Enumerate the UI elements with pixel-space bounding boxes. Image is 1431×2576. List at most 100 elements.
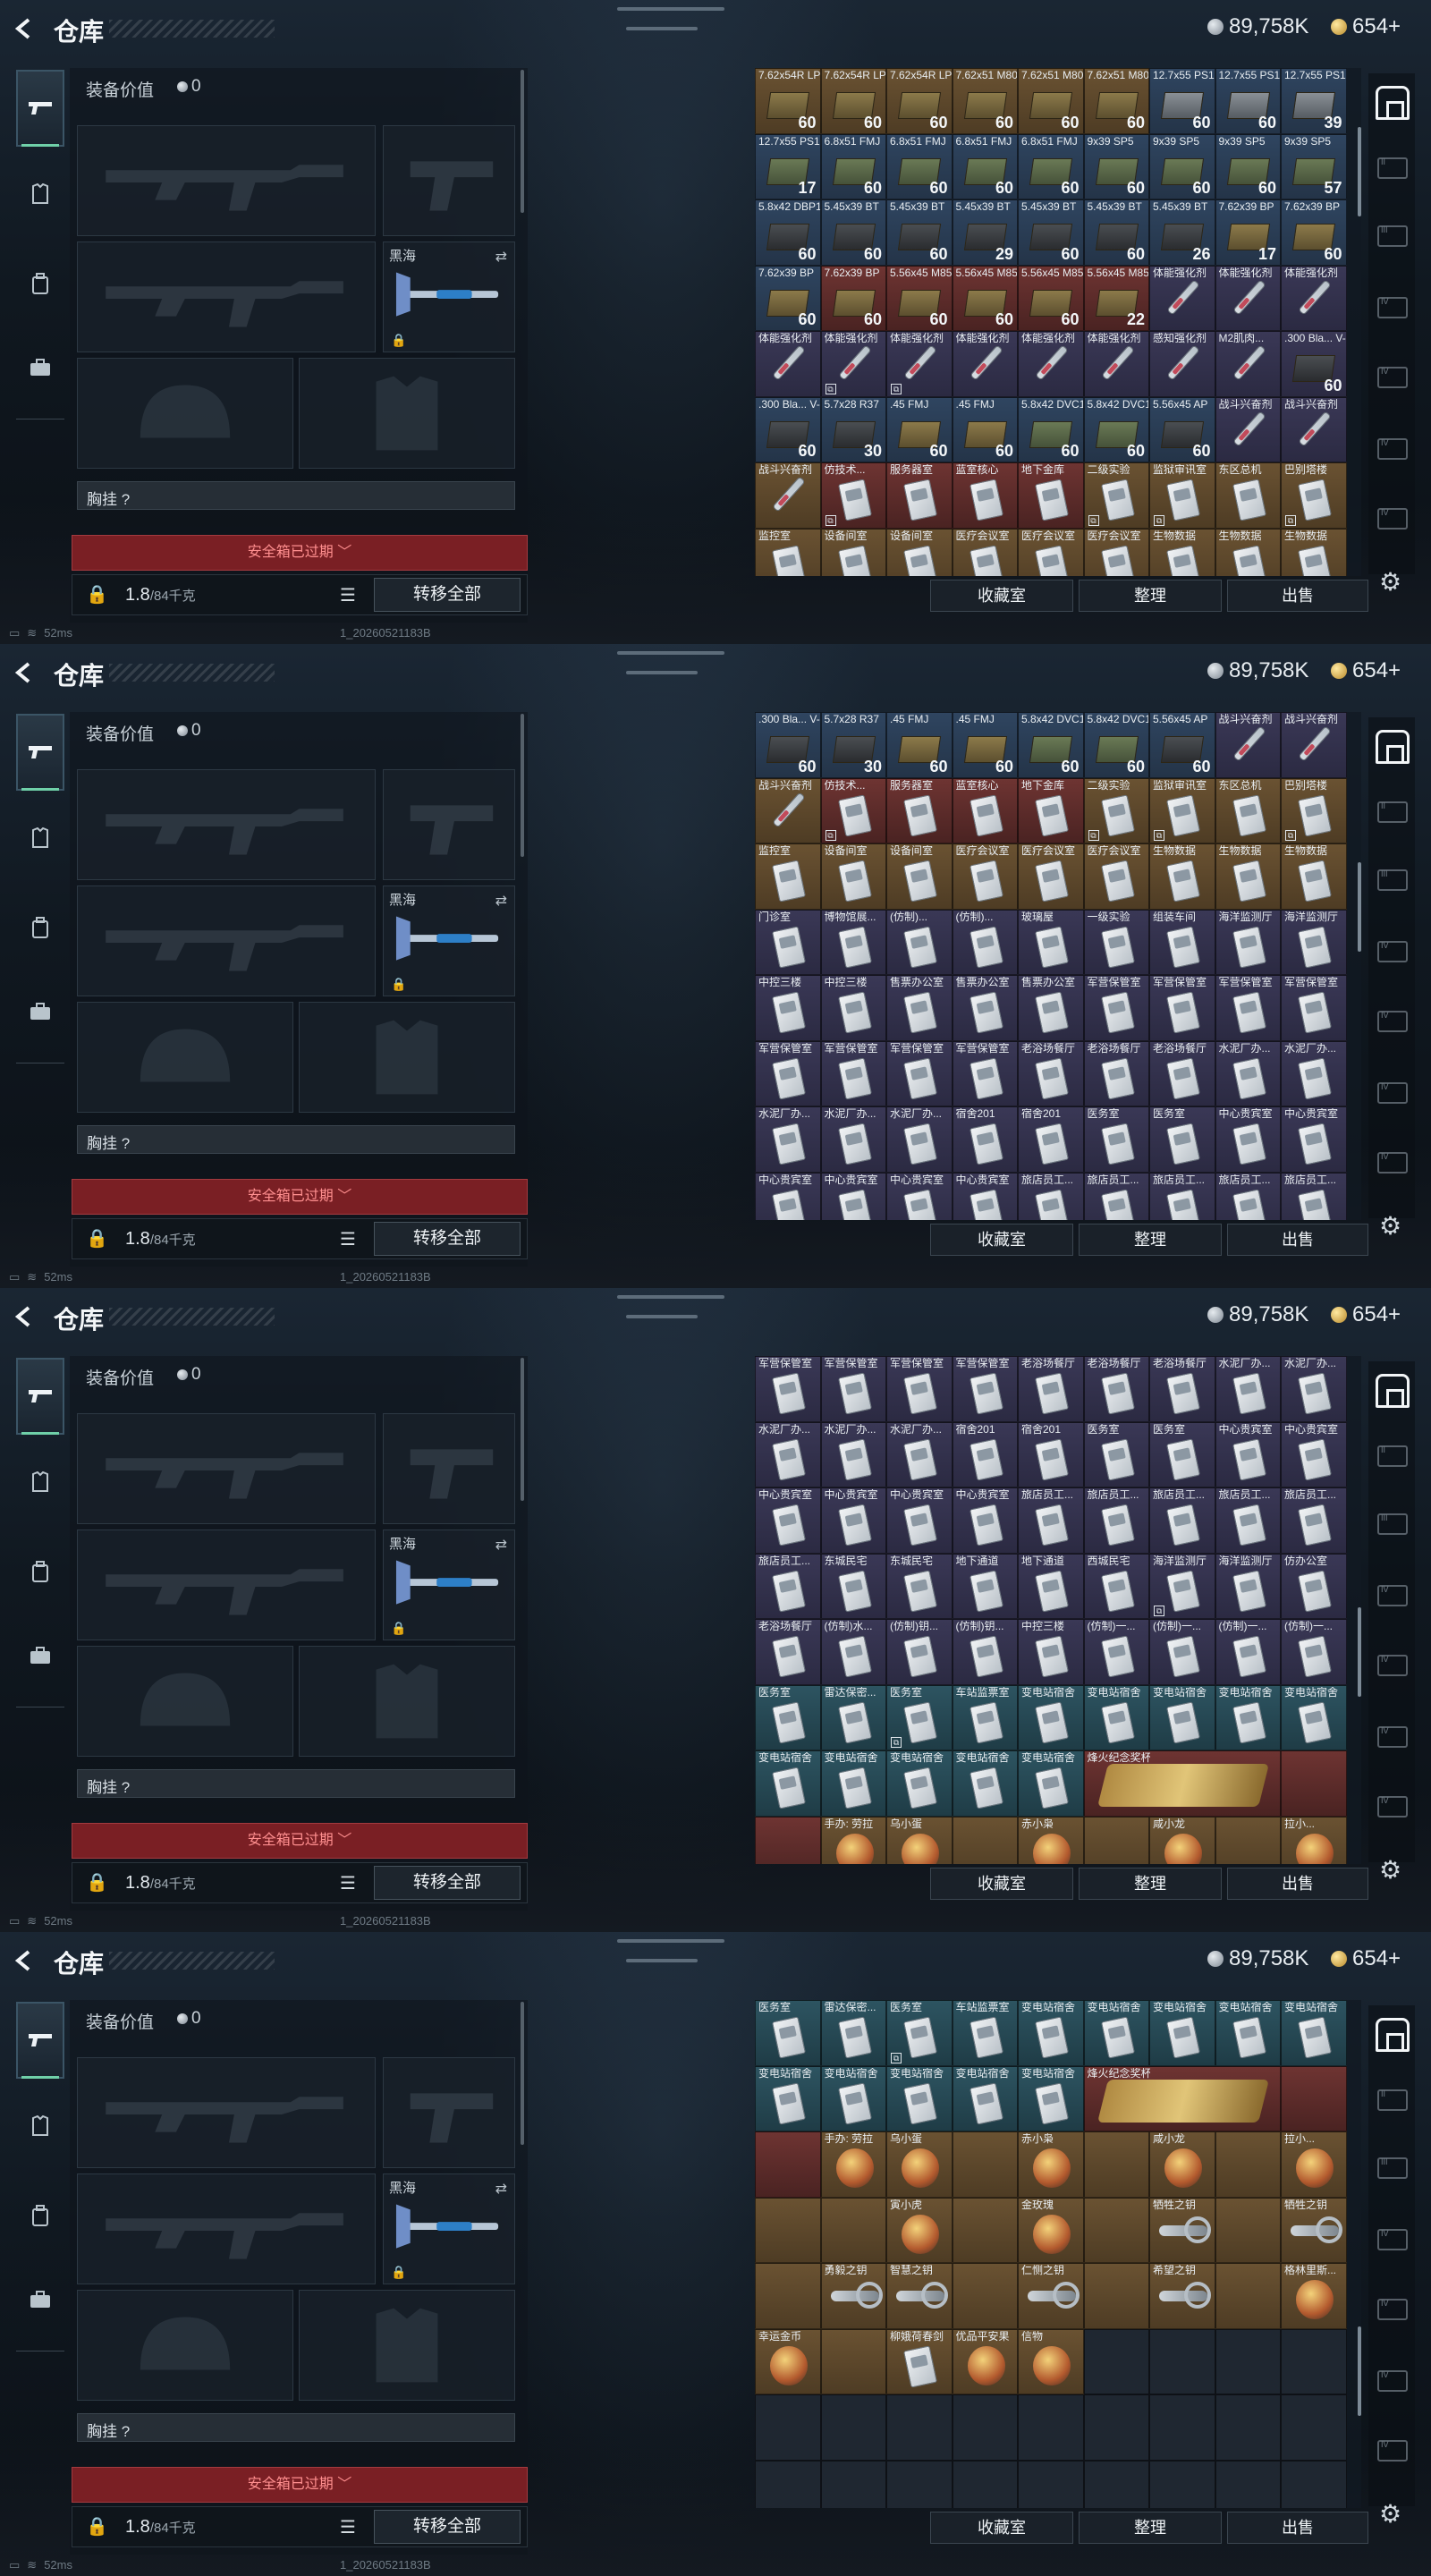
- item-cell[interactable]: 医务室 ⧉: [886, 1684, 953, 1750]
- warehouse-tab-7[interactable]: IV: [1377, 1796, 1408, 1818]
- melee-slot[interactable]: 黑海 ⇄ 🔒: [383, 2174, 515, 2284]
- warehouse-tab-2[interactable]: II: [1377, 2089, 1408, 2111]
- gear-icon[interactable]: ⚙: [1379, 1211, 1401, 1241]
- primary-weapon-slot[interactable]: [77, 1413, 376, 1524]
- item-cell[interactable]: 医务室: [1149, 1421, 1215, 1487]
- warehouse-tab-5[interactable]: IV: [1377, 1655, 1408, 1676]
- item-cell[interactable]: 5.8x42 DVC12 60: [1083, 396, 1149, 462]
- item-cell[interactable]: (仿制)...: [952, 909, 1018, 975]
- warehouse-icon[interactable]: [1376, 86, 1410, 120]
- item-cell[interactable]: 旅店员工...: [1149, 1172, 1215, 1220]
- warehouse-tab-5[interactable]: IV: [1377, 1011, 1408, 1032]
- transfer-all-button[interactable]: 转移全部: [374, 1866, 521, 1900]
- item-cell[interactable]: 乌小蛋: [886, 2131, 953, 2198]
- item-cell[interactable]: 5.56x45 M855A1 60: [886, 265, 953, 331]
- item-cell[interactable]: 咸小龙: [1149, 1816, 1215, 1864]
- item-cell[interactable]: 售票办公室: [1018, 975, 1084, 1041]
- item-cell[interactable]: 变电站宿舍: [1083, 2000, 1149, 2066]
- item-cell[interactable]: 7.62x51 M80 60: [952, 68, 1018, 134]
- item-cell[interactable]: 西城民宅: [1083, 1553, 1149, 1619]
- item-cell[interactable]: 军营保管室: [1281, 975, 1347, 1041]
- item-cell[interactable]: 旅店员工...: [1018, 1487, 1084, 1554]
- item-cell[interactable]: 5.45x39 BT 60: [1083, 199, 1149, 266]
- item-cell[interactable]: 格林里斯...: [1281, 2263, 1347, 2329]
- item-cell[interactable]: 5.45x39 BT 60: [886, 199, 953, 266]
- item-cell[interactable]: 旅店员工...: [1083, 1172, 1149, 1220]
- item-cell[interactable]: 5.56x45 M855A1 60: [1018, 265, 1084, 331]
- item-cell[interactable]: 体能强化剂: [1215, 265, 1281, 331]
- item-cell[interactable]: 博物馆展...: [820, 909, 886, 975]
- item-cell[interactable]: 旅店员工...: [755, 1553, 821, 1619]
- nav-tab-armor[interactable]: [16, 800, 64, 877]
- item-cell[interactable]: 手办: 劳拉: [820, 1816, 886, 1864]
- item-cell[interactable]: 组装车间: [1149, 909, 1215, 975]
- item-cell[interactable]: 7.62x39 BP 60: [820, 265, 886, 331]
- item-cell[interactable]: 感知强化剂: [1149, 331, 1215, 397]
- safebox-expired-banner[interactable]: 安全箱已过期 ﹀: [72, 1823, 528, 1859]
- item-cell[interactable]: 变电站宿舍: [1215, 2000, 1281, 2066]
- warehouse-icon[interactable]: [1376, 1374, 1410, 1408]
- item-cell[interactable]: 6.8x51 FMJ 60: [886, 133, 953, 199]
- item-cell[interactable]: 变电站宿舍: [820, 2065, 886, 2131]
- pistol-slot[interactable]: [383, 125, 515, 236]
- item-cell[interactable]: 老浴场餐厅: [1083, 1356, 1149, 1422]
- item-cell[interactable]: 水泥厂办...: [1281, 1356, 1347, 1422]
- back-arrow-icon[interactable]: [13, 16, 38, 41]
- warehouse-tab-3[interactable]: III: [1377, 225, 1408, 247]
- item-cell[interactable]: 变电站宿舍: [886, 1750, 953, 1817]
- item-cell[interactable]: 医务室: [755, 1684, 821, 1750]
- item-cell[interactable]: 军营保管室: [886, 1356, 953, 1422]
- item-cell[interactable]: 勇毅之钥: [820, 2263, 886, 2329]
- item-cell[interactable]: 监控室: [755, 528, 821, 576]
- item-cell[interactable]: 监狱审讯室 ⧉: [1149, 462, 1215, 529]
- item-cell[interactable]: 拉小...: [1281, 2131, 1347, 2198]
- item-cell[interactable]: 中心贵宾室: [952, 1487, 1018, 1554]
- warehouse-icon[interactable]: [1376, 730, 1410, 764]
- collection-room-button[interactable]: 收藏室: [930, 2512, 1073, 2544]
- item-cell[interactable]: 5.8x42 DVC12 60: [1083, 712, 1149, 778]
- item-cell[interactable]: 二级实验 ⧉: [1083, 777, 1149, 843]
- item-cell[interactable]: .45 FMJ 60: [952, 712, 1018, 778]
- silver-currency[interactable]: 89,758K: [1207, 1302, 1308, 1327]
- item-cell[interactable]: 医务室: [1149, 1106, 1215, 1173]
- transfer-all-button[interactable]: 转移全部: [374, 2510, 521, 2544]
- item-cell[interactable]: 9x39 SP5 60: [1083, 133, 1149, 199]
- item-cell[interactable]: 希望之钥: [1149, 2263, 1215, 2329]
- item-cell[interactable]: 旅店员工...: [1281, 1172, 1347, 1220]
- item-cell[interactable]: 海洋监测厅 ⧉: [1149, 1553, 1215, 1619]
- item-cell[interactable]: .45 FMJ 60: [886, 396, 953, 462]
- pistol-slot[interactable]: [383, 1413, 515, 1524]
- item-cell[interactable]: 玻璃屋: [1018, 909, 1084, 975]
- item-cell[interactable]: 9x39 SP5 60: [1215, 133, 1281, 199]
- item-cell[interactable]: 变电站宿舍: [952, 1750, 1018, 1817]
- item-cell[interactable]: 医务室: [1083, 1421, 1149, 1487]
- item-cell[interactable]: 体能强化剂: [1281, 265, 1347, 331]
- item-cell[interactable]: (仿制)一...: [1149, 1619, 1215, 1685]
- item-cell[interactable]: 变电站宿舍: [820, 1750, 886, 1817]
- item-cell[interactable]: 5.8x42 DVC12 60: [1018, 712, 1084, 778]
- secondary-weapon-slot[interactable]: [77, 1530, 376, 1640]
- nav-tab-backpack[interactable]: [16, 2177, 64, 2254]
- equipment-scrollbar[interactable]: [521, 2002, 524, 2145]
- item-cell[interactable]: 海洋监测厅: [1215, 1553, 1281, 1619]
- warehouse-tab-4[interactable]: IV: [1377, 297, 1408, 318]
- warehouse-tab-5[interactable]: IV: [1377, 367, 1408, 388]
- item-cell[interactable]: 牺牲之钥: [1281, 2197, 1347, 2263]
- item-cell[interactable]: 5.7x28 R37 30: [820, 712, 886, 778]
- item-cell[interactable]: 12.7x55 PS12A 60: [1149, 68, 1215, 134]
- collection-room-button[interactable]: 收藏室: [930, 1868, 1073, 1900]
- item-cell[interactable]: 变电站宿舍: [1018, 1750, 1084, 1817]
- transfer-all-button[interactable]: 转移全部: [374, 1222, 521, 1256]
- item-cell[interactable]: 烽火纪念奖杯: [1083, 1750, 1281, 1817]
- item-cell[interactable]: 9x39 SP5 60: [1149, 133, 1215, 199]
- secondary-weapon-slot[interactable]: [77, 2174, 376, 2284]
- item-cell[interactable]: 体能强化剂: [1018, 331, 1084, 397]
- item-cell[interactable]: 军营保管室: [886, 1040, 953, 1106]
- grid-scrollbar[interactable]: [1358, 2326, 1361, 2417]
- item-cell[interactable]: 变电站宿舍: [1149, 2000, 1215, 2066]
- item-cell[interactable]: 设备间室: [886, 843, 953, 910]
- item-cell[interactable]: 东区总机: [1215, 777, 1281, 843]
- helmet-slot[interactable]: [77, 2290, 293, 2401]
- item-cell[interactable]: 赤小枭: [1018, 2131, 1084, 2198]
- item-cell[interactable]: 寅小虎: [886, 2197, 953, 2263]
